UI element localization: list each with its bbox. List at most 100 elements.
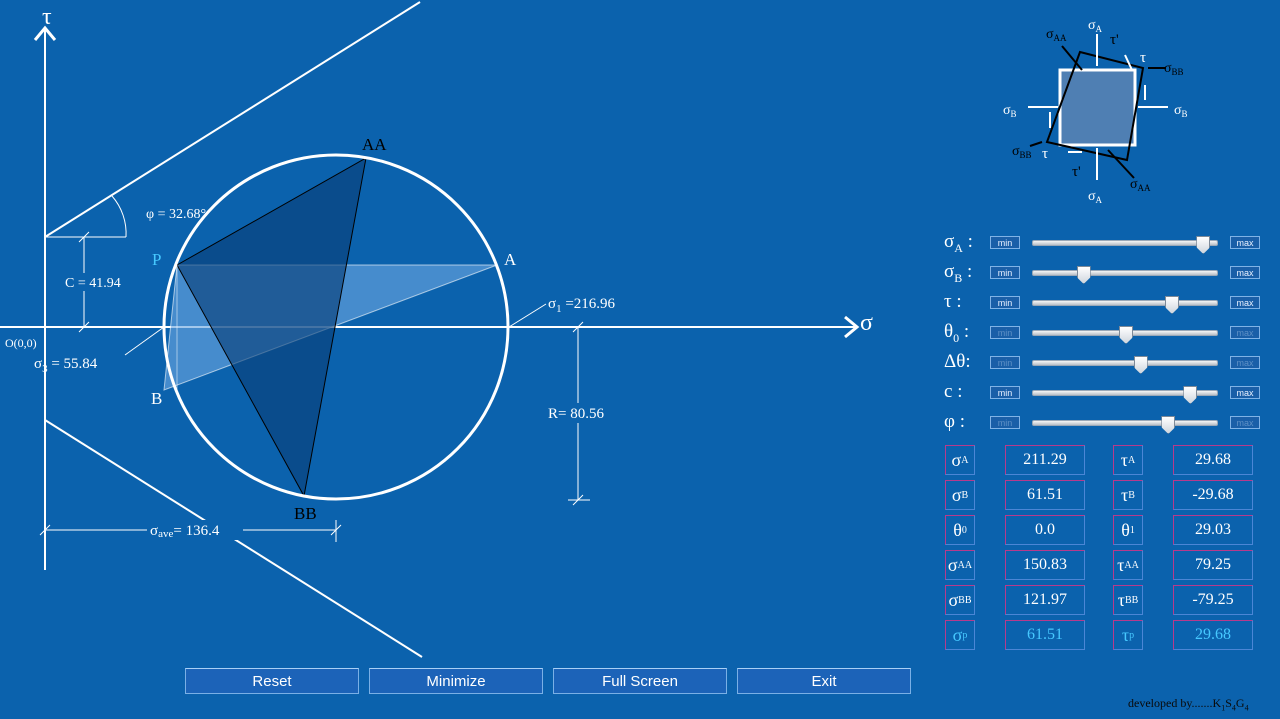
- tau-slider[interactable]: [1032, 296, 1218, 314]
- slider-thumb[interactable]: [1196, 236, 1211, 254]
- slider-row-c: c : min max: [944, 381, 1274, 405]
- result-value-tauP: 29.68: [1173, 620, 1253, 650]
- sigmaB-min-button[interactable]: min: [990, 266, 1020, 279]
- element-tau-prime-top: τ': [1110, 32, 1119, 48]
- result-value-theta0: 0.0: [1005, 515, 1085, 545]
- result-value-tauBB: -79.25: [1173, 585, 1253, 615]
- element-sigmaBB-right: σBB: [1164, 61, 1184, 77]
- slider-thumb[interactable]: [1133, 356, 1148, 374]
- result-key-theta0: θ0: [945, 515, 975, 545]
- result-key-sigmaBB: σ BB: [945, 585, 975, 615]
- sigmaB-max-button[interactable]: max: [1230, 266, 1260, 279]
- sigma3-leader: [124, 326, 165, 356]
- tau-max-button[interactable]: max: [1230, 296, 1260, 309]
- sigmaA-slider[interactable]: [1032, 236, 1218, 254]
- result-key-sigmaA: σA: [945, 445, 975, 475]
- phi-angle-arc: [111, 195, 127, 238]
- result-key-sigmaP: σp: [945, 620, 975, 650]
- phi-label: φ = 32.68°: [146, 207, 206, 222]
- sigma1-label: σ1 =216.96: [548, 296, 616, 315]
- c-max-button[interactable]: max: [1230, 386, 1260, 399]
- sigma-axis-label: σ: [860, 310, 873, 336]
- delta-theta-slider[interactable]: [1032, 356, 1218, 374]
- radius-label: R= 80.56: [548, 406, 604, 422]
- result-value-tauAA: 79.25: [1173, 550, 1253, 580]
- slider-thumb[interactable]: [1183, 386, 1198, 404]
- sigmaB-slider[interactable]: [1032, 266, 1218, 284]
- result-key-sigmaAA: σ AA: [945, 550, 975, 580]
- element-sigmaAA-bottom: σAA: [1130, 177, 1151, 193]
- stress-element: σA σA σB σB σAA σAA σBB σBB τ τ τ' τ': [1003, 18, 1188, 205]
- result-key-tauA: τA: [1113, 445, 1143, 475]
- result-value-theta1: 29.03: [1173, 515, 1253, 545]
- theta0-slider[interactable]: [1032, 326, 1218, 344]
- phi-min-button[interactable]: min: [990, 416, 1020, 429]
- element-sigmaA-top: σA: [1088, 18, 1103, 34]
- slider-row-phi: φ : min max: [944, 411, 1274, 435]
- sigma3-label: σ3 = 55.84: [34, 356, 98, 375]
- point-AA-label: AA: [362, 135, 387, 154]
- exit-button[interactable]: Exit: [737, 668, 911, 694]
- element-sigmaB-left: σB: [1003, 103, 1017, 119]
- slider-thumb[interactable]: [1165, 296, 1179, 314]
- sigmaA-min-button[interactable]: min: [990, 236, 1020, 249]
- element-tau-left: τ: [1042, 146, 1048, 162]
- reset-button[interactable]: Reset: [185, 668, 359, 694]
- developer-credit: developed by.......K1S4G4: [1128, 696, 1249, 713]
- minimize-button[interactable]: Minimize: [369, 668, 543, 694]
- sigma1-leader: [508, 303, 547, 328]
- element-tau-prime-bottom: τ': [1072, 164, 1081, 180]
- result-key-tauB: τB: [1113, 480, 1143, 510]
- result-value-sigmaAA: 150.83: [1005, 550, 1085, 580]
- slider-row-sigmaB: σB : min max: [944, 261, 1274, 285]
- c-min-button[interactable]: min: [990, 386, 1020, 399]
- point-A-label: A: [504, 250, 517, 269]
- result-key-sigmaB: σB: [945, 480, 975, 510]
- slider-label: τ :: [944, 291, 962, 312]
- failure-envelope-upper: [44, 1, 421, 238]
- slider-row-tau: τ : min max: [944, 291, 1274, 315]
- element-original: [1058, 68, 1137, 147]
- phi-max-button[interactable]: max: [1230, 416, 1260, 429]
- result-key-theta1: θ1: [1113, 515, 1143, 545]
- element-sigmaBB-left: σBB: [1012, 144, 1032, 160]
- result-value-tauA: 29.68: [1173, 445, 1253, 475]
- pole-P-label: P: [152, 250, 161, 269]
- element-sigmaB-right: σB: [1174, 103, 1188, 119]
- full-screen-button[interactable]: Full Screen: [553, 668, 727, 694]
- slider-label: c :: [944, 381, 963, 402]
- result-value-tauB: -29.68: [1173, 480, 1253, 510]
- slider-label: σB :: [944, 261, 973, 285]
- tau-min-button[interactable]: min: [990, 296, 1020, 309]
- delta-theta-max-button[interactable]: max: [1230, 356, 1260, 369]
- element-tau-right: τ: [1140, 50, 1146, 66]
- c-slider[interactable]: [1032, 386, 1218, 404]
- slider-thumb[interactable]: [1161, 416, 1176, 434]
- result-key-tauP: τp: [1113, 620, 1143, 650]
- sigmaA-max-button[interactable]: max: [1230, 236, 1260, 249]
- slider-label: φ :: [944, 411, 965, 432]
- delta-theta-min-button[interactable]: min: [990, 356, 1020, 369]
- point-BB-label: BB: [294, 504, 317, 523]
- theta0-min-button[interactable]: min: [990, 326, 1020, 339]
- slider-thumb[interactable]: [1076, 266, 1091, 284]
- slider-thumb[interactable]: [1119, 326, 1133, 344]
- result-key-tauAA: τ AA: [1113, 550, 1143, 580]
- slider-row-theta0: θ0 : min max: [944, 321, 1274, 345]
- slider-label: σA :: [944, 231, 973, 255]
- slider-label: θ0 :: [944, 321, 970, 345]
- slider-row-sigmaA: σA : min max: [944, 231, 1274, 255]
- element-sigmaA-bottom: σA: [1088, 189, 1103, 205]
- theta0-max-button[interactable]: max: [1230, 326, 1260, 339]
- result-value-sigmaB: 61.51: [1005, 480, 1085, 510]
- slider-row-delta-theta: Δθ: min max: [944, 351, 1274, 375]
- result-key-tauBB: τ BB: [1113, 585, 1143, 615]
- slider-label: Δθ:: [944, 351, 971, 372]
- result-value-sigmaA: 211.29: [1005, 445, 1085, 475]
- element-sigmaAA-top: σAA: [1046, 27, 1067, 43]
- point-B-label: B: [151, 389, 162, 408]
- result-value-sigmaBB: 121.97: [1005, 585, 1085, 615]
- phi-slider[interactable]: [1032, 416, 1218, 434]
- result-value-sigmaP: 61.51: [1005, 620, 1085, 650]
- tau-axis-label: τ: [42, 4, 52, 30]
